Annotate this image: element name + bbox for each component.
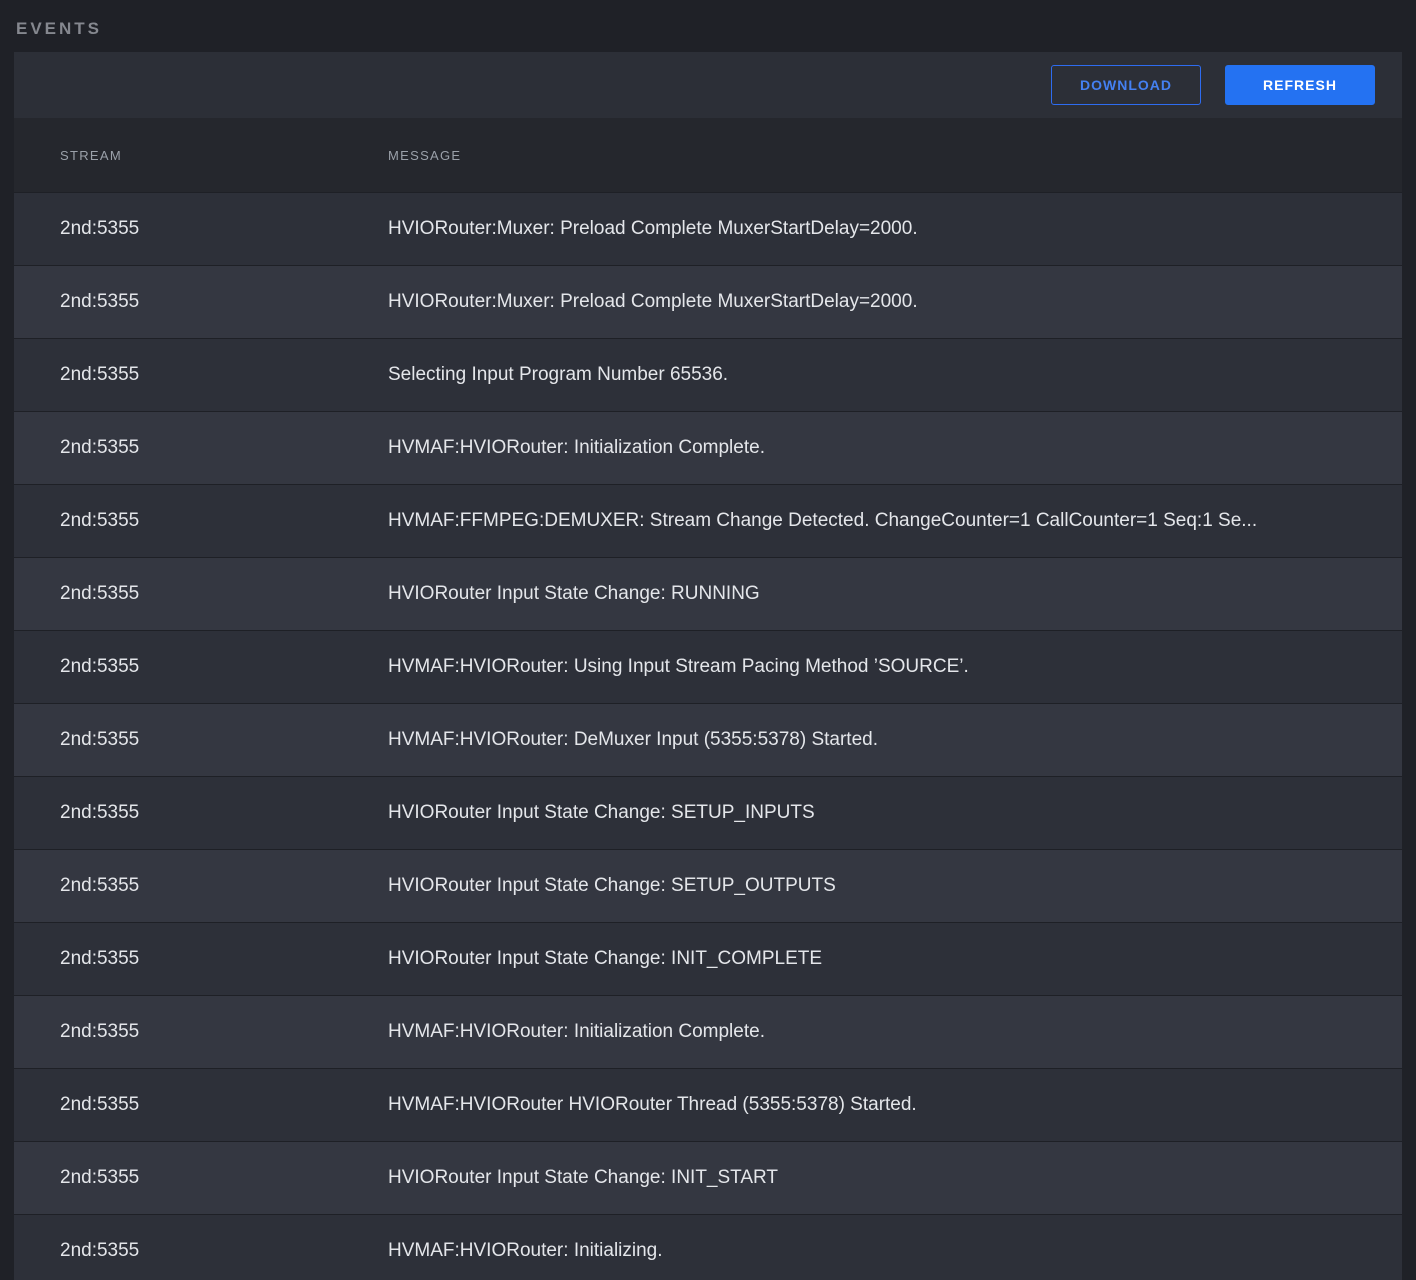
column-header-message: MESSAGE: [388, 148, 1402, 163]
download-button[interactable]: DOWNLOAD: [1051, 65, 1201, 105]
stream-cell: 2nd:5355: [14, 875, 388, 897]
message-cell: HVIORouter Input State Change: SETUP_OUT…: [388, 875, 1402, 897]
table-row[interactable]: 2nd:5355 HVIORouter:Muxer: Preload Compl…: [14, 192, 1402, 265]
stream-cell: 2nd:5355: [14, 729, 388, 751]
table-row[interactable]: 2nd:5355 HVIORouter Input State Change: …: [14, 922, 1402, 995]
stream-cell: 2nd:5355: [14, 656, 388, 678]
message-cell: HVIORouter Input State Change: SETUP_INP…: [388, 802, 1402, 824]
message-cell: HVMAF:HVIORouter: Using Input Stream Pac…: [388, 656, 1402, 678]
stream-cell: 2nd:5355: [14, 1094, 388, 1116]
table-row[interactable]: 2nd:5355 HVMAF:HVIORouter: Using Input S…: [14, 630, 1402, 703]
message-cell: HVIORouter Input State Change: INIT_STAR…: [388, 1167, 1402, 1189]
table-row[interactable]: 2nd:5355 HVMAF:HVIORouter: Initializatio…: [14, 995, 1402, 1068]
message-cell: Selecting Input Program Number 65536.: [388, 364, 1402, 386]
message-cell: HVIORouter:Muxer: Preload Complete Muxer…: [388, 291, 1402, 313]
stream-cell: 2nd:5355: [14, 802, 388, 824]
table-row[interactable]: 2nd:5355 HVMAF:HVIORouter: Initializatio…: [14, 411, 1402, 484]
message-cell: HVMAF:HVIORouter: DeMuxer Input (5355:53…: [388, 729, 1402, 751]
stream-cell: 2nd:5355: [14, 510, 388, 532]
column-header-stream: STREAM: [14, 148, 388, 163]
table-row[interactable]: 2nd:5355 Selecting Input Program Number …: [14, 338, 1402, 411]
table-row[interactable]: 2nd:5355 HVMAF:HVIORouter: Initializing.: [14, 1214, 1402, 1280]
stream-cell: 2nd:5355: [14, 291, 388, 313]
table-row[interactable]: 2nd:5355 HVMAF:HVIORouter HVIORouter Thr…: [14, 1068, 1402, 1141]
table-row[interactable]: 2nd:5355 HVIORouter Input State Change: …: [14, 776, 1402, 849]
events-panel: DOWNLOAD REFRESH STREAM MESSAGE 2nd:5355…: [14, 52, 1402, 1280]
table-body: 2nd:5355 HVIORouter:Muxer: Preload Compl…: [14, 192, 1402, 1280]
message-cell: HVMAF:HVIORouter: Initialization Complet…: [388, 1021, 1402, 1043]
table-row[interactable]: 2nd:5355 HVIORouter Input State Change: …: [14, 557, 1402, 630]
message-cell: HVMAF:HVIORouter HVIORouter Thread (5355…: [388, 1094, 1402, 1116]
stream-cell: 2nd:5355: [14, 948, 388, 970]
table-row[interactable]: 2nd:5355 HVIORouter:Muxer: Preload Compl…: [14, 265, 1402, 338]
stream-cell: 2nd:5355: [14, 583, 388, 605]
stream-cell: 2nd:5355: [14, 437, 388, 459]
message-cell: HVMAF:HVIORouter: Initializing.: [388, 1240, 1402, 1262]
stream-cell: 2nd:5355: [14, 1021, 388, 1043]
table-row[interactable]: 2nd:5355 HVIORouter Input State Change: …: [14, 849, 1402, 922]
table-row[interactable]: 2nd:5355 HVIORouter Input State Change: …: [14, 1141, 1402, 1214]
stream-cell: 2nd:5355: [14, 218, 388, 240]
refresh-button[interactable]: REFRESH: [1225, 65, 1375, 105]
table-row[interactable]: 2nd:5355 HVMAF:FFMPEG:DEMUXER: Stream Ch…: [14, 484, 1402, 557]
table-header: STREAM MESSAGE: [14, 118, 1402, 192]
stream-cell: 2nd:5355: [14, 1167, 388, 1189]
stream-cell: 2nd:5355: [14, 1240, 388, 1262]
toolbar: DOWNLOAD REFRESH: [14, 52, 1402, 118]
message-cell: HVMAF:HVIORouter: Initialization Complet…: [388, 437, 1402, 459]
message-cell: HVIORouter Input State Change: INIT_COMP…: [388, 948, 1402, 970]
page-title: EVENTS: [0, 0, 1416, 52]
table-row[interactable]: 2nd:5355 HVMAF:HVIORouter: DeMuxer Input…: [14, 703, 1402, 776]
message-cell: HVMAF:FFMPEG:DEMUXER: Stream Change Dete…: [388, 510, 1402, 532]
message-cell: HVIORouter:Muxer: Preload Complete Muxer…: [388, 218, 1402, 240]
stream-cell: 2nd:5355: [14, 364, 388, 386]
message-cell: HVIORouter Input State Change: RUNNING: [388, 583, 1402, 605]
